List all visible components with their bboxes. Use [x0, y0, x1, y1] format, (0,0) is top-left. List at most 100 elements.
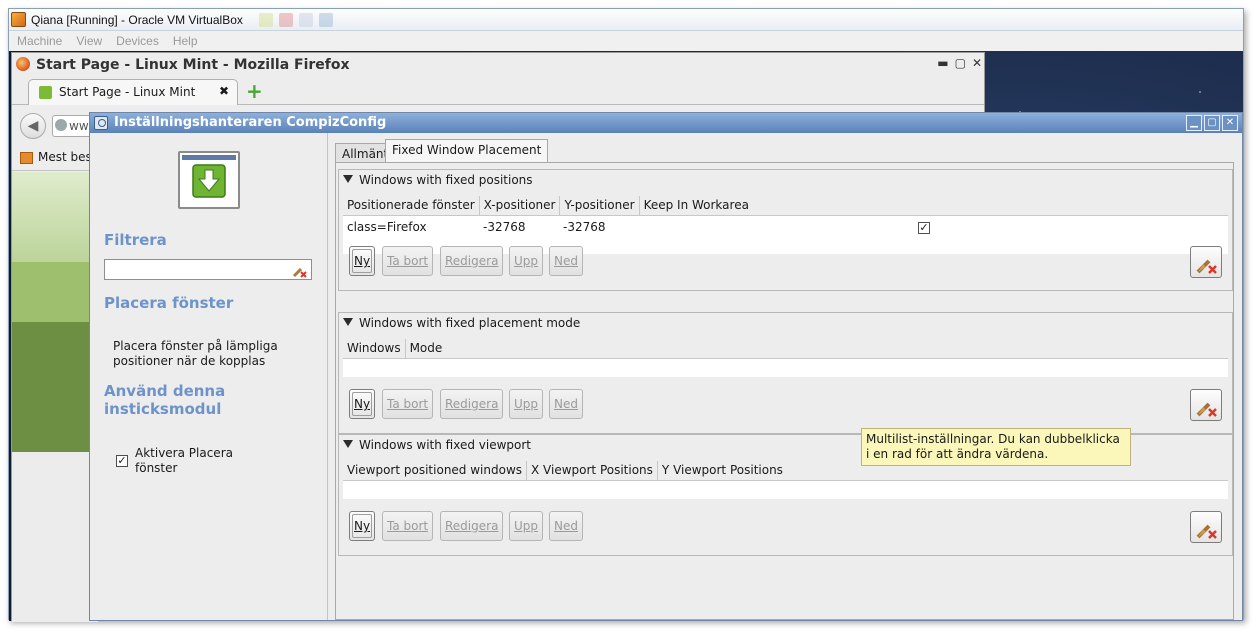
collapse-triangle-icon: [343, 175, 353, 183]
minimize-icon[interactable]: ▬: [937, 56, 948, 70]
menu-machine[interactable]: Machine: [17, 34, 62, 48]
move-up-button[interactable]: Upp: [509, 389, 544, 419]
column-headers: Windows Mode: [343, 339, 1228, 359]
section-header[interactable]: Windows with fixed viewport: [343, 438, 531, 452]
new-button[interactable]: Ny: [349, 389, 376, 419]
virtualbox-window: Qiana [Running] - Oracle VM VirtualBox M…: [8, 8, 1244, 622]
section-title: Windows with fixed placement mode: [359, 316, 581, 330]
compizconfig-title: Inställningshanteraren CompizConfig: [114, 115, 387, 130]
compizconfig-window-controls: ▁ ▢ ✕: [1186, 115, 1238, 131]
column-header[interactable]: Keep In Workarea: [640, 196, 753, 215]
new-tab-icon[interactable]: +: [246, 79, 263, 103]
reset-to-default-button[interactable]: [1190, 511, 1222, 543]
bookmark-folder-icon: [20, 152, 33, 164]
edit-button[interactable]: Redigera: [440, 511, 504, 541]
table-row[interactable]: class=Firefox -32768 -32768 ✓: [343, 218, 1228, 236]
section-header[interactable]: Windows with fixed placement mode: [343, 316, 580, 330]
section-title: Windows with fixed positions: [359, 173, 533, 187]
virtualbox-faded-icons: [259, 13, 333, 27]
tab-fixed-window-placement[interactable]: Fixed Window Placement: [385, 139, 549, 163]
clear-filter-icon[interactable]: [292, 262, 308, 281]
plugin-heading: Placera fönster: [104, 294, 234, 312]
list-area[interactable]: [343, 481, 1228, 499]
move-up-button[interactable]: Upp: [509, 511, 544, 541]
move-down-button[interactable]: Ned: [549, 246, 583, 276]
compizconfig-app-icon: [94, 116, 108, 130]
new-button[interactable]: Ny: [349, 246, 376, 276]
linux-mint-icon: [39, 86, 52, 99]
collapse-triangle-icon: [343, 318, 353, 326]
close-icon[interactable]: ✕: [1222, 115, 1238, 131]
virtualbox-menu-bar: Machine View Devices Help: [9, 31, 1243, 51]
menu-view[interactable]: View: [76, 34, 102, 48]
section-fixed-positions: Windows with fixed positions Positionera…: [338, 169, 1233, 291]
remove-button[interactable]: Ta bort: [382, 389, 434, 419]
column-header[interactable]: Mode: [406, 339, 447, 358]
menu-devices[interactable]: Devices: [116, 34, 159, 48]
column-header[interactable]: Viewport positioned windows: [343, 461, 528, 480]
broom-reset-icon: [1196, 524, 1217, 539]
edit-button[interactable]: Redigera: [440, 389, 504, 419]
tab-label: Start Page - Linux Mint: [59, 85, 196, 99]
tab-pane: Windows with fixed positions Positionera…: [335, 162, 1234, 620]
remove-button[interactable]: Ta bort: [382, 511, 434, 541]
compizconfig-window: Inställningshanteraren CompizConfig ▁ ▢ …: [89, 112, 1243, 621]
keep-in-workarea-checkbox[interactable]: ✓: [918, 222, 930, 234]
enable-plugin-checkbox[interactable]: ✓: [116, 455, 128, 467]
firefox-window-controls: ▬ ▢ ✕: [937, 56, 982, 70]
broom-reset-icon: [1196, 402, 1217, 417]
compizconfig-main-panel: Allmänt Fixed Window Placement Windows w…: [329, 133, 1242, 620]
firefox-title: Start Page - Linux Mint - Mozilla Firefo…: [36, 57, 350, 73]
list-area[interactable]: [343, 359, 1228, 377]
globe-icon: [55, 119, 67, 131]
filter-input[interactable]: [104, 259, 312, 280]
filter-heading: Filtrera: [104, 231, 167, 249]
move-down-button[interactable]: Ned: [549, 511, 583, 541]
edit-button[interactable]: Redigera: [440, 246, 504, 276]
column-header[interactable]: Positionerade fönster: [343, 196, 480, 215]
section-fixed-placement-mode: Windows with fixed placement mode Window…: [338, 312, 1233, 434]
place-windows-plugin-icon: [178, 151, 240, 209]
virtualbox-title: Qiana [Running] - Oracle VM VirtualBox: [31, 13, 243, 27]
tab-start-page[interactable]: Start Page - Linux Mint ✖: [28, 79, 238, 105]
compizconfig-sidebar: Filtrera Placera fönster Placera fönster…: [90, 133, 328, 620]
column-header[interactable]: X-positioner: [480, 196, 561, 215]
move-down-button[interactable]: Ned: [549, 389, 583, 419]
tab-close-icon[interactable]: ✖: [219, 84, 229, 98]
reset-to-default-button[interactable]: [1190, 246, 1222, 278]
plugin-description: Placera fönster på lämpliga positioner n…: [113, 339, 278, 368]
url-text: ww: [69, 119, 89, 133]
column-header[interactable]: Windows: [343, 339, 406, 358]
maximize-icon[interactable]: ▢: [955, 56, 966, 70]
cell-y: -32768: [563, 220, 606, 234]
bookmark-most-visited[interactable]: Mest bes: [38, 150, 92, 164]
back-arrow-icon[interactable]: ◀: [20, 113, 46, 139]
remove-button[interactable]: Ta bort: [382, 246, 434, 276]
firefox-title-bar: Start Page - Linux Mint - Mozilla Firefo…: [12, 53, 984, 77]
section-title: Windows with fixed viewport: [359, 438, 531, 452]
enable-plugin-heading: Använd denna insticksmodul: [104, 382, 226, 418]
column-header[interactable]: Y-positioner: [560, 196, 640, 215]
reset-to-default-button[interactable]: [1190, 389, 1222, 421]
close-icon[interactable]: ✕: [972, 56, 982, 70]
column-header[interactable]: Y Viewport Positions: [658, 461, 787, 480]
collapse-triangle-icon: [343, 440, 353, 448]
firefox-tab-strip: Start Page - Linux Mint ✖ +: [12, 77, 984, 105]
firefox-icon: [16, 57, 30, 71]
virtualbox-title-bar: Qiana [Running] - Oracle VM VirtualBox: [9, 9, 1243, 31]
move-up-button[interactable]: Upp: [509, 246, 544, 276]
new-button[interactable]: Ny: [349, 511, 376, 541]
minimize-icon[interactable]: ▁: [1186, 115, 1202, 131]
section-header[interactable]: Windows with fixed positions: [343, 173, 533, 187]
column-header[interactable]: X Viewport Positions: [527, 461, 658, 480]
enable-plugin-label[interactable]: Aktivera Placera fönster: [135, 446, 255, 476]
cell-x: -32768: [483, 220, 526, 234]
cell-window: class=Firefox: [347, 220, 427, 234]
maximize-icon[interactable]: ▢: [1204, 115, 1220, 131]
compizconfig-title-bar: Inställningshanteraren CompizConfig ▁ ▢ …: [90, 113, 1242, 133]
menu-help[interactable]: Help: [173, 34, 198, 48]
broom-reset-icon: [1196, 259, 1217, 274]
column-headers: Positionerade fönster X-positioner Y-pos…: [343, 196, 1228, 216]
virtualbox-app-icon: [11, 12, 26, 27]
multilist-tooltip: Multilist-inställningar. Du kan dubbelkl…: [861, 428, 1131, 466]
